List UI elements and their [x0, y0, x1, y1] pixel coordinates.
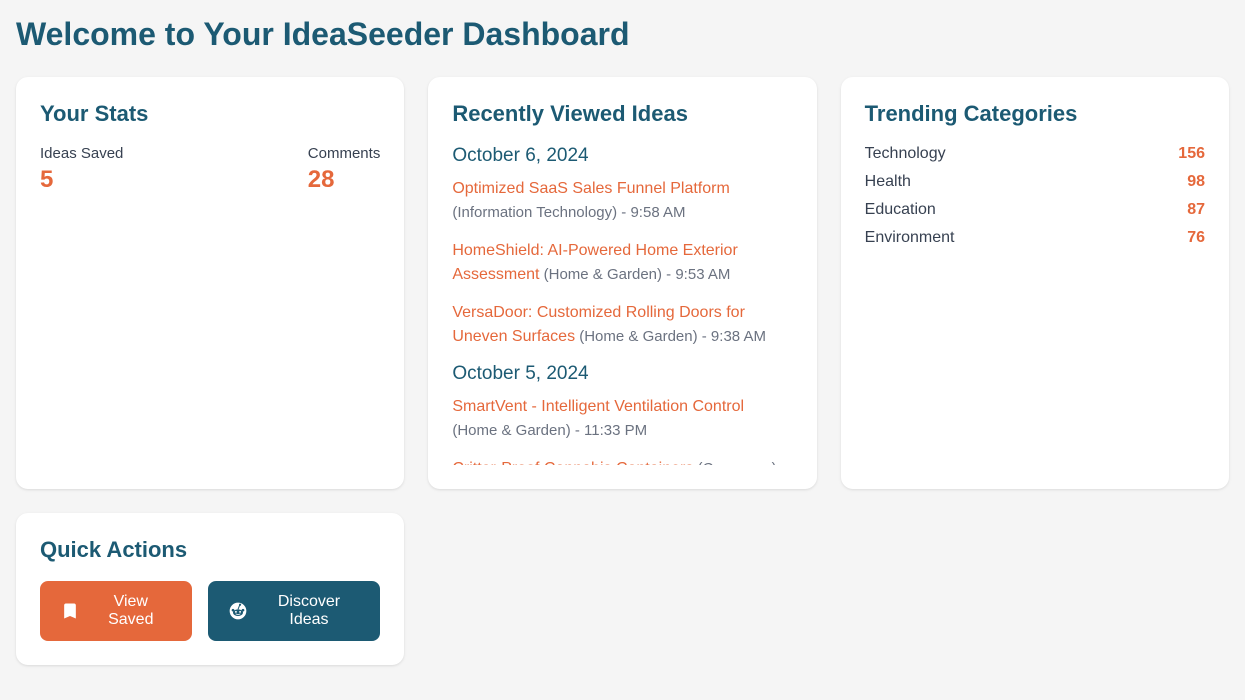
stats-card: Your Stats Ideas Saved 5 Comments 28 [16, 77, 404, 489]
stat-label: Ideas Saved [40, 145, 123, 162]
stat-ideas-saved: Ideas Saved 5 [40, 145, 123, 194]
trending-count: 156 [1178, 145, 1205, 163]
trending-row: Technology 156 [865, 145, 1205, 163]
idea-meta: (Information Technology) - 9:58 AM [452, 204, 685, 221]
stat-label: Comments [308, 145, 381, 162]
idea-item: VersaDoor: Customized Rolling Doors for … [452, 301, 784, 349]
trending-category-name: Health [865, 173, 911, 191]
trending-card: Trending Categories Technology 156 Health 9… [841, 77, 1229, 489]
idea-link[interactable]: SmartVent - Intelligent Ventilation Cont… [452, 398, 744, 415]
view-saved-button[interactable]: View Saved [40, 581, 192, 641]
trending-title: Trending Categories [865, 101, 1205, 127]
trending-count: 76 [1187, 229, 1205, 247]
trending-list: Technology 156 Health 98 Education 87 Environm… [865, 145, 1205, 247]
trending-category-name: Environment [865, 229, 955, 247]
trending-row: Education 87 [865, 201, 1205, 219]
actions-row: View Saved Discover Ideas [40, 581, 380, 641]
stat-comments: Comments 28 [308, 145, 381, 194]
stat-value: 28 [308, 166, 381, 194]
date-header: October 6, 2024 [452, 145, 784, 167]
stats-title: Your Stats [40, 101, 380, 127]
trending-row: Health 98 [865, 173, 1205, 191]
bookmark-icon [60, 601, 80, 621]
discover-label: Discover Ideas [258, 593, 361, 629]
recent-list[interactable]: October 6, 2024 Optimized SaaS Sales Funn… [452, 145, 792, 465]
trending-count: 87 [1187, 201, 1205, 219]
idea-item: HomeShield: AI-Powered Home Exterior Ass… [452, 239, 784, 287]
idea-link[interactable]: Critter-Proof Cannabis Containers [452, 460, 693, 465]
reddit-icon [228, 601, 248, 621]
idea-meta: (Home & Garden) - 9:38 AM [575, 328, 766, 345]
dashboard-grid: Your Stats Ideas Saved 5 Comments 28 Rec… [16, 77, 1229, 489]
quick-actions-card: Quick Actions View Saved Discover Ideas [16, 513, 404, 665]
trending-category-name: Education [865, 201, 936, 219]
idea-meta: (Home & Garden) - 11:33 PM [452, 422, 647, 439]
recent-ideas-card: Recently Viewed Ideas October 6, 2024 Opt… [428, 77, 816, 489]
idea-item: Optimized SaaS Sales Funnel Platform (In… [452, 177, 784, 225]
idea-meta: (Consumer) [693, 460, 776, 465]
page-title: Welcome to Your IdeaSeeder Dashboard [16, 16, 1229, 53]
stats-row: Ideas Saved 5 Comments 28 [40, 145, 380, 194]
idea-meta: (Home & Garden) - 9:53 AM [539, 266, 730, 283]
idea-item: SmartVent - Intelligent Ventilation Cont… [452, 395, 784, 443]
stat-value: 5 [40, 166, 123, 194]
discover-ideas-button[interactable]: Discover Ideas [208, 581, 381, 641]
recent-title: Recently Viewed Ideas [452, 101, 792, 127]
quick-actions-title: Quick Actions [40, 537, 380, 563]
trending-count: 98 [1187, 173, 1205, 191]
trending-row: Environment 76 [865, 229, 1205, 247]
view-saved-label: View Saved [90, 593, 172, 629]
idea-link[interactable]: Optimized SaaS Sales Funnel Platform [452, 180, 729, 197]
date-header: October 5, 2024 [452, 363, 784, 385]
trending-category-name: Technology [865, 145, 946, 163]
idea-item: Critter-Proof Cannabis Containers (Consu… [452, 457, 784, 465]
